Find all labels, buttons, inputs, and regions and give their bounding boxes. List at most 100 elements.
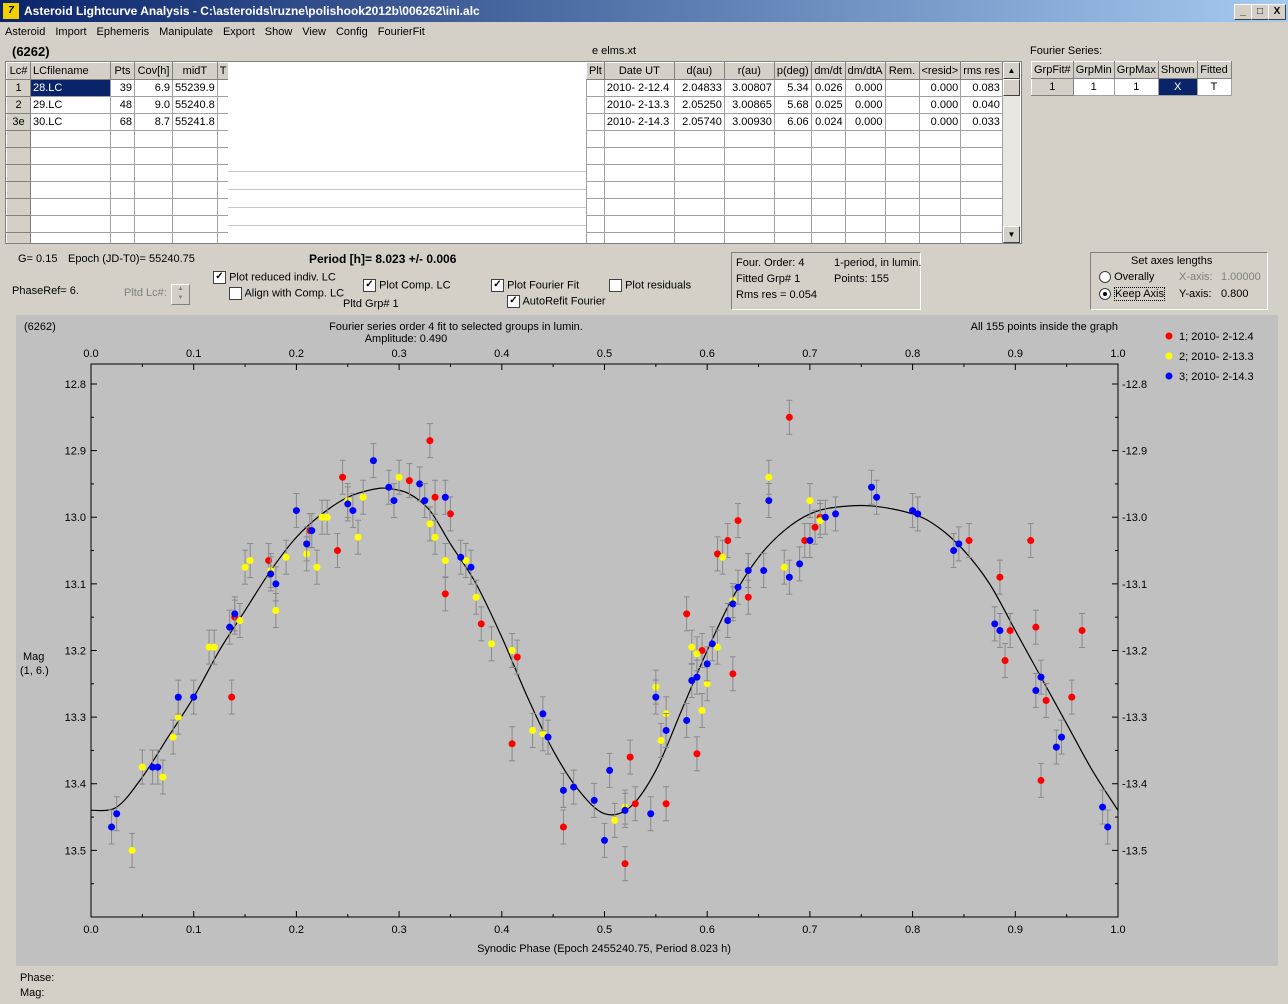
table-row[interactable] [6,147,230,165]
col-lcfilename[interactable]: LCfilename [30,62,111,80]
cell-dmdt[interactable]: 0.025 [810,96,846,114]
cell-rau[interactable]: 3.00865 [723,96,775,114]
cell-empty[interactable] [723,232,775,243]
cell-empty[interactable] [960,164,1003,182]
cell-grpmin[interactable]: 1 [1072,78,1115,96]
cell-empty[interactable] [810,147,846,165]
cell-cov[interactable]: 8.7 [134,113,173,131]
cell-empty[interactable] [110,130,135,148]
lightcurve-chart-panel[interactable]: 0.0 0.0 0.1 0.1 0.2 0.2 0.3 0.3 0.4 0.4 0.5 0.5 0.6 0… [16,315,1278,966]
radio-icon[interactable] [1099,271,1111,284]
cell-empty[interactable] [918,215,962,233]
cell-empty[interactable] [810,198,846,216]
row-index[interactable] [6,198,31,216]
cell-empty[interactable] [30,164,111,182]
cell-empty[interactable] [134,147,173,165]
cell-empty[interactable] [810,164,846,182]
row-index[interactable]: 1 [6,79,31,97]
col-dau[interactable]: d(au) [673,62,725,80]
checkbox-icon[interactable]: ✓ [363,279,376,292]
plot-fourier-checkbox[interactable]: ✓ Plot Fourier Fit [491,279,579,292]
cell-empty[interactable] [172,232,218,243]
cell-empty[interactable] [30,181,111,199]
table-row[interactable] [586,164,1003,182]
cell-dmdta[interactable]: 0.000 [844,79,886,97]
cell-filename[interactable]: 29.LC [30,96,111,114]
cell-empty[interactable] [134,215,173,233]
cell-empty[interactable] [673,198,725,216]
cell-empty[interactable] [172,215,218,233]
plot-residuals-checkbox[interactable]: Plot residuals [609,279,691,292]
scroll-down-icon[interactable]: ▼ [1003,226,1020,243]
col-grpfit[interactable]: GrpFit# [1031,61,1074,79]
cell-empty[interactable] [884,198,920,216]
menu-show[interactable]: Show [260,23,298,38]
cell-dau[interactable]: 2.04833 [673,79,725,97]
cell-empty[interactable] [134,198,173,216]
cell-empty[interactable] [918,198,962,216]
cell-rmsres[interactable]: 0.033 [960,113,1003,131]
cell-empty[interactable] [603,232,675,243]
col-shown[interactable]: Shown [1157,61,1198,79]
row-index[interactable] [6,215,31,233]
cell-midt[interactable]: 55239.9 [172,79,218,97]
cell-empty[interactable] [844,215,886,233]
cell-empty[interactable] [918,130,962,148]
cell-date[interactable]: 2010- 2-12.4 [603,79,675,97]
cell-empty[interactable] [773,130,812,148]
table-row[interactable]: 1 1 1 X T [1031,78,1232,96]
table-row[interactable] [586,198,1003,216]
cell-empty[interactable] [960,130,1003,148]
cell-pdeg[interactable]: 6.06 [773,113,812,131]
cell-empty[interactable] [586,79,605,97]
col-pdeg[interactable]: p(deg) [773,62,812,80]
row-index[interactable]: 3e [6,113,31,131]
cell-empty[interactable] [723,215,775,233]
cell-resid[interactable]: 0.000 [918,79,962,97]
cell-grpfit[interactable]: 1 [1031,78,1074,96]
cell-empty[interactable] [673,232,725,243]
table-row[interactable]: 3e 30.LC 68 8.7 55241.8 [6,113,230,131]
cell-dmdta[interactable]: 0.000 [844,96,886,114]
table-row[interactable] [586,130,1003,148]
cell-empty[interactable] [586,164,605,182]
cell-empty[interactable] [673,215,725,233]
cell-empty[interactable] [773,147,812,165]
cell-date[interactable]: 2010- 2-14.3 [603,113,675,131]
cell-dmdta[interactable]: 0.000 [844,113,886,131]
cell-empty[interactable] [110,147,135,165]
table-row[interactable]: 1 28.LC 39 6.9 55239.9 [6,79,230,97]
cell-empty[interactable] [810,181,846,199]
cell-empty[interactable] [723,147,775,165]
col-rmsres[interactable]: rms res [960,62,1003,80]
cell-empty[interactable] [673,164,725,182]
col-resid[interactable]: <resid> [918,62,962,80]
cell-empty[interactable] [960,181,1003,199]
checkbox-icon[interactable] [229,287,242,300]
cell-empty[interactable] [673,147,725,165]
maximize-button[interactable]: □ [1251,4,1269,20]
cell-empty[interactable] [30,130,111,148]
table-row[interactable] [6,232,230,243]
cell-rem[interactable] [884,79,920,97]
cell-empty[interactable] [586,181,605,199]
cell-dau[interactable]: 2.05740 [673,113,725,131]
cell-empty[interactable] [773,215,812,233]
menu-fourierfit[interactable]: FourierFit [373,23,430,38]
col-fitted[interactable]: Fitted [1196,61,1232,79]
menu-export[interactable]: Export [218,23,260,38]
col-grpmin[interactable]: GrpMin [1072,61,1115,79]
cell-dau[interactable]: 2.05250 [673,96,725,114]
cell-cov[interactable]: 6.9 [134,79,173,97]
cell-empty[interactable] [586,215,605,233]
cell-rem[interactable] [884,113,920,131]
cell-empty[interactable] [603,164,675,182]
autorefit-checkbox[interactable]: ✓ AutoRefit Fourier [507,295,606,308]
col-pts[interactable]: Pts [110,62,135,80]
cell-empty[interactable] [773,181,812,199]
cell-empty[interactable] [586,113,605,131]
keep-axis-radio[interactable]: Keep Axis [1099,287,1165,301]
table-row[interactable] [6,181,230,199]
col-plt[interactable]: Plt [586,62,605,80]
col-cov[interactable]: Cov[h] [134,62,173,80]
